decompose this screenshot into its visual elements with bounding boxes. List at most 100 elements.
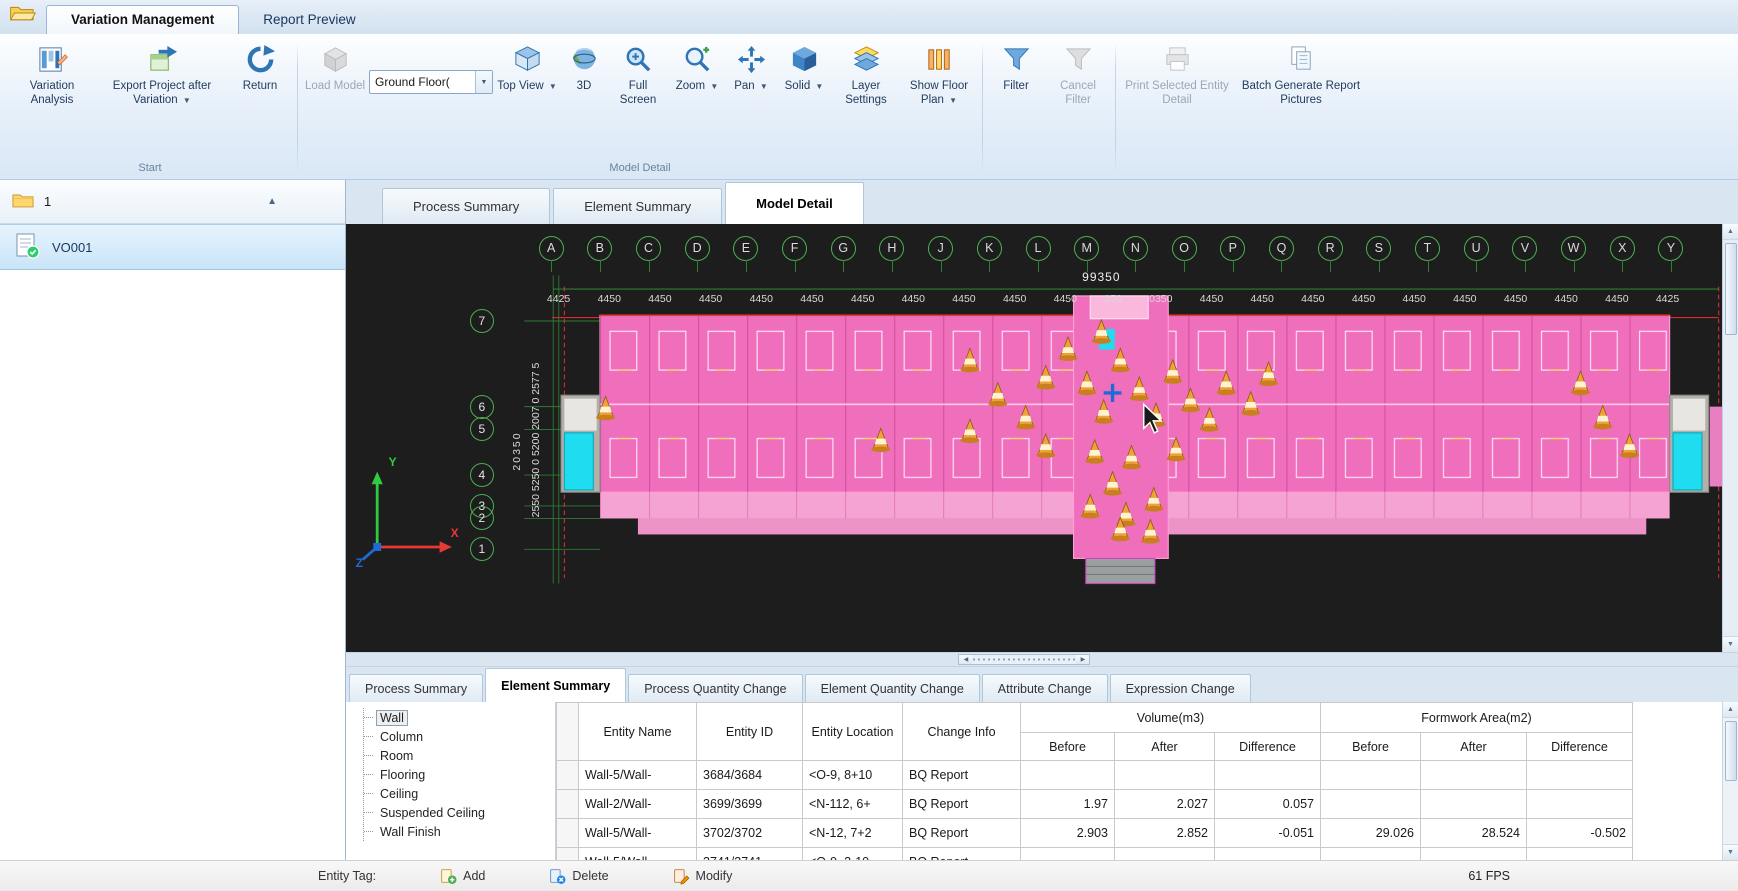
tab-element-summary-top[interactable]: Element Summary <box>553 188 722 224</box>
col-group-formwork[interactable]: Formwork Area(m2) <box>1321 703 1633 733</box>
tree-item[interactable]: Flooring <box>364 765 555 784</box>
full-screen-button[interactable]: Full Screen <box>609 36 667 152</box>
table-row[interactable]: Wall-5/Wall- 3684/3684 <O-9, 8+10 BQ Rep… <box>557 761 1633 790</box>
solid-label: Solid ▼ <box>785 80 824 94</box>
grid-number: 6 <box>470 395 494 419</box>
scroll-right-icon[interactable]: ▶ <box>1076 655 1089 664</box>
cell-formwork-difference: -0.502 <box>1527 819 1633 848</box>
tree-item[interactable]: Wall <box>364 708 555 727</box>
scroll-down-icon[interactable]: ▼ <box>1723 844 1738 860</box>
sidebar-folder-header[interactable]: 1 ▲ <box>0 180 345 224</box>
grid-letter: A <box>539 236 564 261</box>
col-formwork-difference[interactable]: Difference <box>1527 733 1633 761</box>
print-selected-entity-detail-button[interactable]: Print Selected Entity Detail <box>1121 36 1233 152</box>
cell-formwork-difference <box>1527 848 1633 861</box>
cell-formwork-before <box>1321 790 1421 819</box>
entity-tag-delete[interactable]: Delete <box>549 868 608 885</box>
entity-tag-add[interactable]: Add <box>440 868 485 885</box>
variation-analysis-label: Variation Analysis <box>8 80 96 107</box>
tree-item-label: Ceiling <box>377 787 421 801</box>
scrollbar-thumb[interactable] <box>1725 721 1737 781</box>
col-volume-after[interactable]: After <box>1115 733 1215 761</box>
viewport-horizontal-scrollbar[interactable]: ◀ ▶ <box>958 654 1090 665</box>
layer-settings-button[interactable]: Layer Settings <box>833 36 899 152</box>
scroll-up-icon[interactable]: ▲ <box>1723 702 1738 718</box>
grid-letter: W <box>1561 236 1586 261</box>
app-menu-icon[interactable] <box>2 4 46 34</box>
row-selector[interactable] <box>557 848 579 861</box>
tree-item-label: Flooring <box>377 768 428 782</box>
dropdown-arrow-icon: ▼ <box>815 82 823 91</box>
load-model-button[interactable]: Load Model <box>303 36 367 152</box>
tab-model-detail[interactable]: Model Detail <box>725 182 864 224</box>
export-project-button[interactable]: Export Project after Variation ▼ <box>98 36 226 152</box>
floor-selector-dropdown-icon[interactable]: ▼ <box>475 71 492 93</box>
tab-element-summary[interactable]: Element Summary <box>485 668 626 702</box>
zoom-button[interactable]: Zoom ▼ <box>669 36 725 152</box>
dimension-value: 4450 <box>902 293 925 305</box>
batch-generate-report-pictures-button[interactable]: Batch Generate Report Pictures <box>1235 36 1367 152</box>
col-volume-difference[interactable]: Difference <box>1215 733 1321 761</box>
sidebar-item-vo001[interactable]: VO001 <box>0 224 345 270</box>
show-floor-plan-button[interactable]: Show Floor Plan ▼ <box>901 36 977 152</box>
col-entity-location[interactable]: Entity Location <box>803 703 903 761</box>
col-formwork-before[interactable]: Before <box>1321 733 1421 761</box>
row-selector[interactable] <box>557 761 579 790</box>
ribbon-group-model-detail: Load Model Ground Floor( ▼ Top View ▼ 3D… <box>299 36 981 179</box>
col-entity-id[interactable]: Entity ID <box>697 703 803 761</box>
3d-label: 3D <box>577 80 592 94</box>
solid-button[interactable]: Solid ▼ <box>777 36 831 152</box>
table-row[interactable]: Wall-5/Wall- 3741/3741 <O-9, 2-10 BQ Rep… <box>557 848 1633 861</box>
cancel-filter-button[interactable]: Cancel Filter <box>1046 36 1110 152</box>
col-formwork-after[interactable]: After <box>1421 733 1527 761</box>
tab-process-summary-top[interactable]: Process Summary <box>382 188 550 224</box>
axis-x-label: X <box>451 526 459 540</box>
tab-process-quantity-change[interactable]: Process Quantity Change <box>628 674 802 702</box>
tab-element-quantity-change[interactable]: Element Quantity Change <box>805 674 980 702</box>
table-row[interactable]: Wall-5/Wall- 3702/3702 <N-12, 7+2 BQ Rep… <box>557 819 1633 848</box>
3d-button[interactable]: 3D <box>561 36 607 152</box>
tab-attribute-change[interactable]: Attribute Change <box>982 674 1108 702</box>
cell-volume-before: 2.903 <box>1021 819 1115 848</box>
dimension-value: 4450 <box>1352 293 1375 305</box>
group-label-4 <box>1121 160 1367 179</box>
scrollbar-thumb[interactable] <box>973 656 1075 663</box>
collapse-chevron-icon[interactable]: ▲ <box>267 196 277 207</box>
scroll-down-icon[interactable]: ▼ <box>1723 636 1738 652</box>
floor-plan-canvas[interactable] <box>346 224 1722 652</box>
grid-letter: G <box>831 236 856 261</box>
scroll-left-icon[interactable]: ◀ <box>959 655 972 664</box>
col-group-volume[interactable]: Volume(m3) <box>1021 703 1321 733</box>
model-viewport[interactable]: ABCDEFGHJKLMNOPQRSTUVWXY 99350 442544504… <box>346 224 1722 652</box>
row-selector[interactable] <box>557 819 579 848</box>
viewport-vertical-scrollbar[interactable]: ▲ ▼ <box>1722 224 1738 652</box>
tree-item[interactable]: Ceiling <box>364 784 555 803</box>
pan-button[interactable]: Pan ▼ <box>727 36 775 152</box>
tab-report-preview[interactable]: Report Preview <box>239 6 379 34</box>
col-volume-before[interactable]: Before <box>1021 733 1115 761</box>
tree-item[interactable]: Wall Finish <box>364 822 555 841</box>
dimension-value: 4450 <box>1402 293 1425 305</box>
grid-letter: N <box>1123 236 1148 261</box>
tree-item[interactable]: Column <box>364 727 555 746</box>
tab-process-summary[interactable]: Process Summary <box>349 674 483 702</box>
tab-variation-management[interactable]: Variation Management <box>46 5 239 34</box>
tab-expression-change[interactable]: Expression Change <box>1110 674 1251 702</box>
col-entity-name[interactable]: Entity Name <box>579 703 697 761</box>
col-change-info[interactable]: Change Info <box>903 703 1021 761</box>
cell-entity-name: Wall-5/Wall- <box>579 848 697 861</box>
tree-item[interactable]: Suspended Ceiling <box>364 803 555 822</box>
floor-selector-combobox[interactable]: Ground Floor( ▼ <box>369 70 493 94</box>
variation-analysis-button[interactable]: Variation Analysis <box>8 36 96 152</box>
return-button[interactable]: Return <box>228 36 292 152</box>
table-row[interactable]: Wall-2/Wall- 3699/3699 <N-112, 6+ BQ Rep… <box>557 790 1633 819</box>
tree-item[interactable]: Room <box>364 746 555 765</box>
filter-button[interactable]: Filter <box>988 36 1044 152</box>
entity-tag-modify[interactable]: Modify <box>673 868 733 885</box>
scrollbar-thumb[interactable] <box>1725 243 1737 335</box>
table-vertical-scrollbar[interactable]: ▲ ▼ <box>1722 702 1738 860</box>
top-view-button[interactable]: Top View ▼ <box>495 36 559 152</box>
grid-letter: V <box>1512 236 1537 261</box>
scroll-up-icon[interactable]: ▲ <box>1723 224 1738 240</box>
row-selector[interactable] <box>557 790 579 819</box>
